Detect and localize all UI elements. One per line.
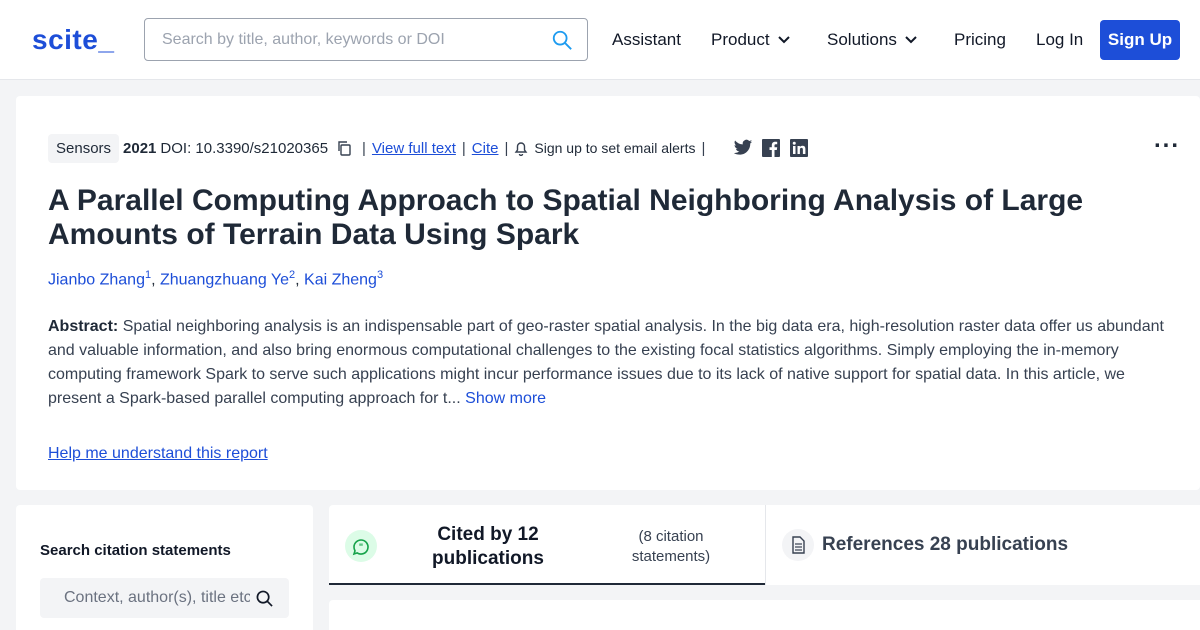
paper-meta: Sensors 2021 DOI: 10.3390/s21020365 | Vi… — [48, 132, 809, 164]
separator: | — [701, 139, 706, 157]
scite-logo[interactable]: scite_ — [32, 24, 114, 56]
citation-search-heading: Search citation statements — [40, 542, 231, 559]
search-icon[interactable] — [256, 590, 273, 607]
references-label: References 28 publications — [822, 534, 1069, 555]
nav-pricing[interactable]: Pricing — [954, 30, 1006, 50]
author-separator: , — [295, 271, 305, 289]
citation-statements-count: (8 citation statements) — [631, 528, 711, 565]
chevron-down-icon — [777, 36, 790, 44]
global-search[interactable] — [144, 18, 588, 61]
linkedin-icon[interactable] — [789, 139, 809, 157]
document-icon — [782, 529, 814, 561]
help-understand-link[interactable]: Help me understand this report — [48, 445, 268, 463]
separator: | — [504, 139, 509, 157]
signup-button[interactable]: Sign Up — [1100, 20, 1180, 60]
doi-text: DOI: 10.3390/s21020365 — [160, 139, 329, 157]
svg-text:": " — [359, 542, 363, 552]
cite-link[interactable]: Cite — [472, 140, 499, 157]
show-more-link[interactable]: Show more — [465, 390, 546, 407]
citation-search-panel: Search citation statements — [16, 505, 313, 630]
nav-login[interactable]: Log In — [1036, 30, 1083, 50]
twitter-icon[interactable] — [733, 139, 753, 157]
nav-solutions[interactable]: Solutions — [827, 30, 917, 50]
nav-product[interactable]: Product — [711, 30, 790, 50]
view-full-text-link[interactable]: View full text — [372, 140, 456, 157]
more-options-icon[interactable]: ... — [1154, 126, 1180, 154]
journal-badge[interactable]: Sensors — [48, 133, 120, 163]
paper-title: A Parallel Computing Approach to Spatial… — [48, 184, 1084, 251]
nav-assistant[interactable]: Assistant — [612, 30, 681, 50]
abstract-label: Abstract: — [48, 318, 119, 335]
tab-references[interactable]: References 28 publications — [765, 505, 1200, 585]
separator: | — [362, 139, 366, 157]
author-link[interactable]: Zhuangzhuang Ye — [160, 271, 289, 288]
tab-cited-by[interactable]: " Cited by 12 publications (8 citation s… — [329, 505, 765, 585]
top-navbar: scite_ Assistant Product Solutions Prici… — [0, 0, 1200, 80]
citation-tabs: " Cited by 12 publications (8 citation s… — [329, 505, 1200, 585]
publication-year: 2021 — [123, 139, 157, 157]
citation-search-input[interactable] — [40, 578, 250, 618]
author-link[interactable]: Kai Zheng — [304, 271, 377, 288]
separator: | — [461, 139, 466, 157]
abstract: Abstract: Spatial neighboring analysis i… — [48, 315, 1173, 411]
paper-card: Sensors 2021 DOI: 10.3390/s21020365 | Vi… — [16, 96, 1200, 490]
author-link[interactable]: Jianbo Zhang — [48, 271, 145, 288]
author-affiliation: 3 — [376, 269, 384, 281]
citation-results-area — [329, 600, 1200, 630]
author-separator: , — [151, 271, 160, 289]
search-icon[interactable] — [551, 29, 573, 51]
email-alerts-link[interactable]: Sign up to set email alerts — [534, 140, 695, 156]
author-list: Jianbo Zhang1, Zhuangzhuang Ye2, Kai Zhe… — [48, 269, 383, 289]
cited-by-label: Cited by 12 publications — [432, 524, 544, 569]
chevron-down-icon — [905, 36, 917, 44]
copy-icon[interactable] — [336, 140, 352, 156]
global-search-input[interactable] — [145, 19, 525, 60]
citation-bubble-icon: " — [345, 530, 377, 562]
citation-search[interactable] — [40, 578, 289, 618]
social-share — [733, 139, 809, 157]
abstract-text: Spatial neighboring analysis is an indis… — [48, 318, 1164, 407]
bell-icon[interactable] — [514, 140, 528, 156]
facebook-icon[interactable] — [761, 139, 781, 157]
